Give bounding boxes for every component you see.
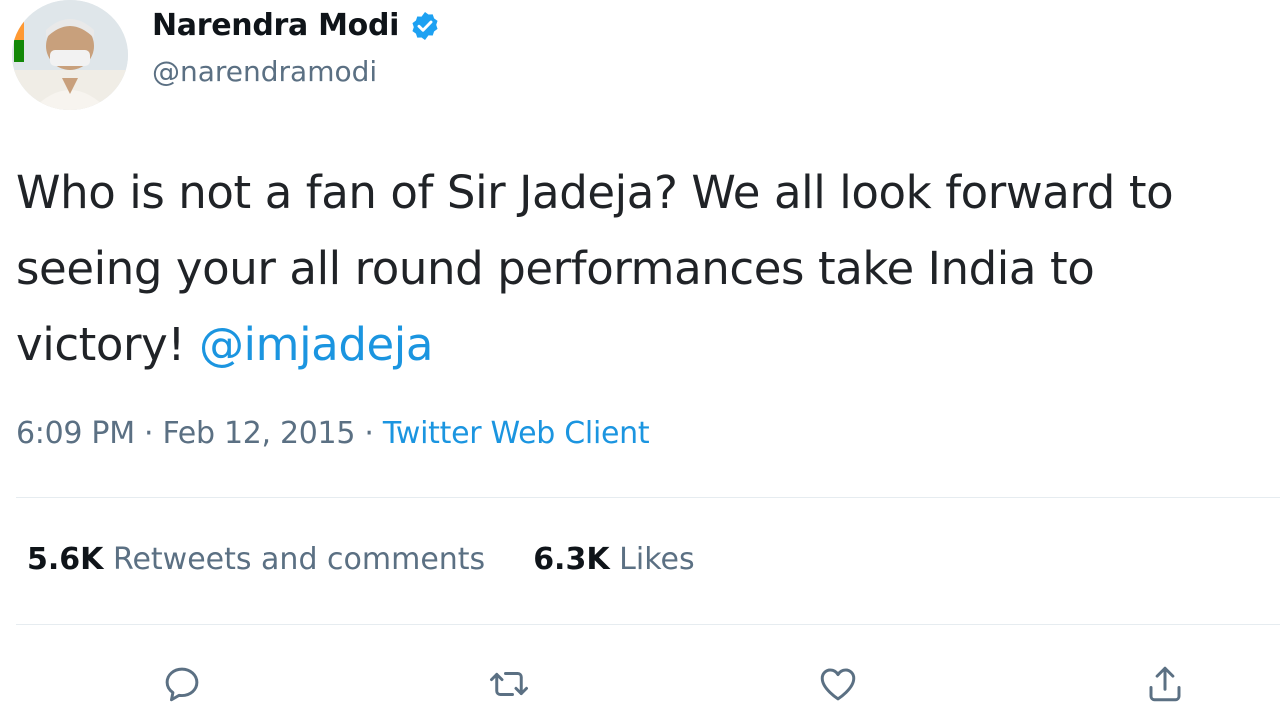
- mention-link[interactable]: @imjadeja: [199, 318, 434, 371]
- tweet-timestamp[interactable]: 6:09 PM · Feb 12, 2015 ·: [16, 416, 383, 451]
- reply-icon: [165, 667, 199, 702]
- divider: [16, 624, 1280, 625]
- retweets-label: Retweets and comments: [112, 542, 486, 577]
- retweets-stat[interactable]: 5.6K Retweets and comments: [27, 542, 485, 577]
- like-button[interactable]: [810, 656, 866, 712]
- tweet-body: Who is not a fan of Sir Jadeja? We all l…: [16, 166, 1174, 371]
- reply-button[interactable]: [154, 656, 210, 712]
- divider: [16, 497, 1280, 498]
- tweet-source-link[interactable]: Twitter Web Client: [383, 416, 650, 451]
- share-button[interactable]: [1137, 656, 1193, 712]
- tweet-text: Who is not a fan of Sir Jadeja? We all l…: [16, 155, 1266, 383]
- likes-count: 6.3K: [533, 542, 610, 577]
- author-name-text[interactable]: Narendra Modi: [152, 8, 399, 43]
- likes-label: Likes: [619, 542, 695, 577]
- verified-badge-icon: [412, 11, 438, 40]
- like-icon: [820, 668, 856, 701]
- author-handle[interactable]: @narendramodi: [152, 55, 377, 88]
- avatar-image: [12, 0, 128, 110]
- retweet-icon: [490, 672, 528, 696]
- tweet-actions: [0, 656, 1280, 716]
- tweet-meta: 6:09 PM · Feb 12, 2015 · Twitter Web Cli…: [16, 416, 650, 451]
- avatar[interactable]: [12, 0, 128, 110]
- retweet-button[interactable]: [481, 656, 537, 712]
- share-icon: [1149, 666, 1181, 702]
- tweet-stats: 5.6K Retweets and comments 6.3K Likes: [27, 542, 695, 577]
- retweets-count: 5.6K: [27, 542, 104, 577]
- author-name[interactable]: Narendra Modi: [152, 8, 441, 43]
- likes-stat[interactable]: 6.3K Likes: [533, 542, 694, 577]
